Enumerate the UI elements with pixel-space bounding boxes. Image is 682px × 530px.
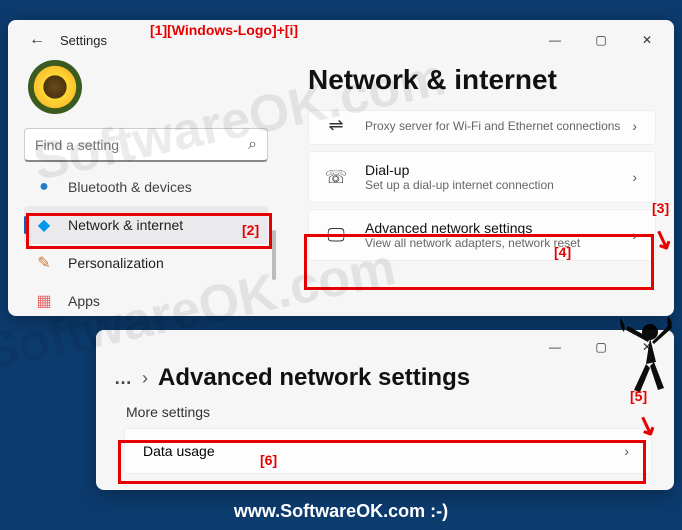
search-input[interactable]: ⌕ <box>24 128 268 162</box>
apps-icon: ▦ <box>34 291 54 311</box>
card-text: Dial-up Set up a dial-up internet connec… <box>365 162 628 192</box>
card-text: Proxy server for Wi-Fi and Ethernet conn… <box>365 119 628 133</box>
card-subtitle: Proxy server for Wi-Fi and Ethernet conn… <box>365 119 628 133</box>
sidebar-item-bluetooth[interactable]: ● Bluetooth & devices <box>24 168 268 206</box>
annotation-6: [6] <box>260 452 277 468</box>
annotation-2: [2] <box>242 222 259 238</box>
chevron-right-icon: › <box>620 443 633 459</box>
annotation-5: [5] <box>630 388 647 404</box>
bluetooth-icon: ● <box>34 177 54 197</box>
monitor-icon: 🖵 <box>323 225 349 246</box>
wifi-icon: ◆ <box>34 215 54 235</box>
maximize-button[interactable]: ▢ <box>578 23 624 57</box>
search-field[interactable] <box>35 137 248 153</box>
avatar[interactable] <box>28 60 82 114</box>
sidebar-item-label: Network & internet <box>68 217 183 233</box>
chevron-right-icon: › <box>628 118 641 134</box>
caption-buttons: ― ▢ ✕ <box>532 23 670 57</box>
card-subtitle: View all network adapters, network reset <box>365 236 628 250</box>
back-button[interactable]: ← <box>20 23 54 57</box>
breadcrumb-current: Advanced network settings <box>158 364 470 392</box>
card-title: Dial-up <box>365 162 628 178</box>
brush-icon: ✎ <box>34 253 54 273</box>
sidebar-item-label: Bluetooth & devices <box>68 179 192 195</box>
settings-window: ← Settings ― ▢ ✕ ⌕ ● Bluetooth & devices… <box>8 20 674 316</box>
search-icon: ⌕ <box>248 136 257 154</box>
chevron-right-icon: › <box>628 227 641 243</box>
page-title: Network & internet <box>308 64 656 96</box>
card-text: Advanced network settings View all netwo… <box>365 220 628 250</box>
annotation-3: [3] <box>652 200 669 216</box>
chevron-right-icon: › <box>142 368 148 389</box>
titlebar: ― ▢ ✕ <box>96 330 674 364</box>
card-dialup[interactable]: ☏ Dial-up Set up a dial-up internet conn… <box>308 151 656 203</box>
card-title: Data usage <box>143 443 620 459</box>
annotation-1: [1][Windows-Logo]+[i] <box>150 22 298 38</box>
card-proxy[interactable]: ⇌ Proxy server for Wi-Fi and Ethernet co… <box>308 110 656 145</box>
minimize-button[interactable]: ― <box>532 23 578 57</box>
card-title: Advanced network settings <box>365 220 628 236</box>
card-advanced-network[interactable]: 🖵 Advanced network settings View all net… <box>308 209 656 261</box>
sidebar-item-label: Apps <box>68 293 100 309</box>
titlebar: ← Settings ― ▢ ✕ <box>8 20 674 60</box>
close-button[interactable]: ✕ <box>624 23 670 57</box>
card-subtitle: Set up a dial-up internet connection <box>365 178 628 192</box>
breadcrumb: … › Advanced network settings <box>114 364 656 392</box>
window-title: Settings <box>54 33 107 48</box>
dialup-icon: ☏ <box>323 167 349 188</box>
proxy-icon: ⇌ <box>323 115 349 136</box>
sidebar: ⌕ ● Bluetooth & devices ◆ Network & inte… <box>8 60 278 316</box>
main-content: Network & internet ⇌ Proxy server for Wi… <box>278 60 674 316</box>
sidebar-item-network[interactable]: ◆ Network & internet <box>24 206 268 244</box>
sidebar-item-label: Personalization <box>68 255 164 271</box>
minimize-button[interactable]: ― <box>532 330 578 364</box>
annotation-4: [4] <box>554 244 571 260</box>
sidebar-item-apps[interactable]: ▦ Apps <box>24 282 268 316</box>
breadcrumb-overflow[interactable]: … <box>114 368 132 389</box>
sidebar-scrollbar[interactable] <box>272 230 276 280</box>
advanced-settings-window: ― ▢ ✕ … › Advanced network settings More… <box>96 330 674 490</box>
card-data-usage[interactable]: Data usage › <box>124 428 652 474</box>
footer-url: www.SoftwareOK.com :-) <box>0 501 682 522</box>
chevron-right-icon: › <box>628 169 641 185</box>
section-label: More settings <box>126 404 656 420</box>
sidebar-item-personalization[interactable]: ✎ Personalization <box>24 244 268 282</box>
